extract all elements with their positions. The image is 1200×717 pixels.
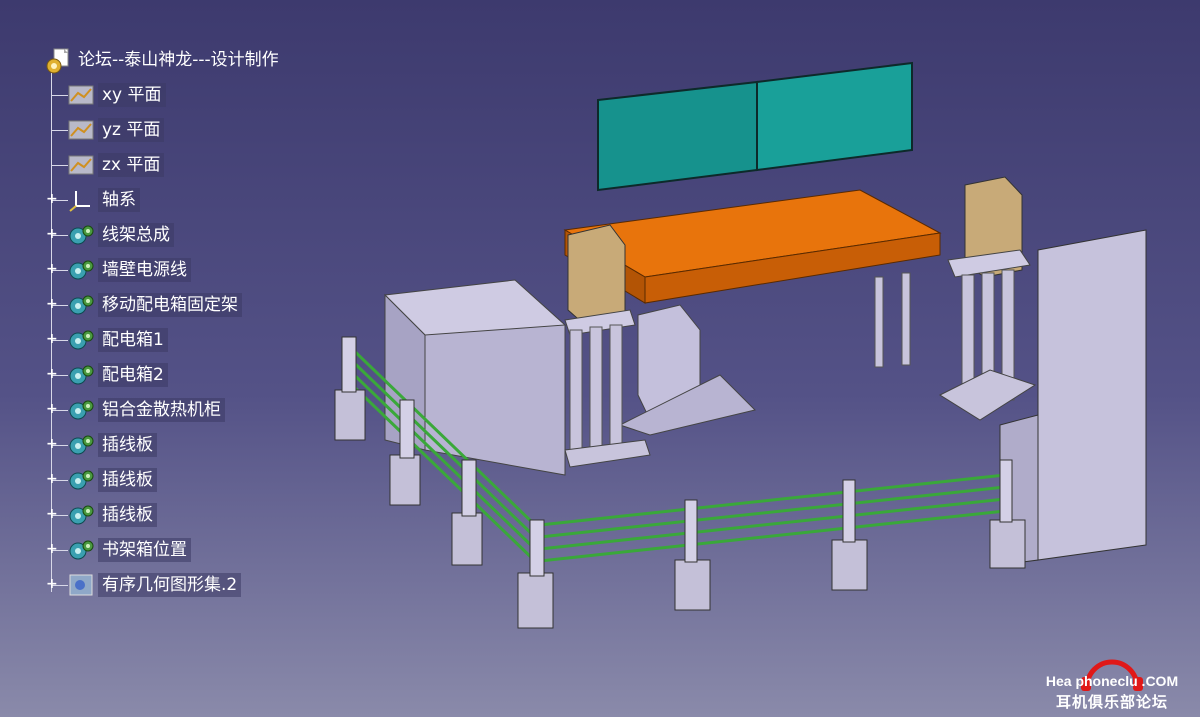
part-icon	[69, 400, 94, 420]
speaker-left-post	[569, 329, 583, 461]
tree-item[interactable]: + 轴系	[0, 185, 320, 215]
part-icon	[69, 330, 94, 350]
tree-item[interactable]: + 墙壁电源线	[0, 255, 320, 285]
part-icon	[69, 295, 94, 315]
post-block	[451, 512, 483, 566]
tree-item[interactable]: + 配电箱1	[0, 325, 320, 355]
watermark-line1: Hea phoneclu .COM	[1045, 673, 1179, 689]
post-block	[989, 519, 1026, 569]
tree-item-label: 轴系	[98, 188, 140, 212]
tree-item[interactable]: yz 平面	[0, 115, 320, 145]
tree-item[interactable]: + 书架箱位置	[0, 535, 320, 565]
post-block	[517, 572, 554, 629]
tree-item[interactable]: + 插线板	[0, 465, 320, 495]
expand-icon[interactable]: +	[46, 262, 58, 276]
tree-item[interactable]: + 铝合金散热机柜	[0, 395, 320, 425]
tree-connector	[52, 95, 68, 96]
axis-system-icon	[69, 191, 90, 212]
specification-tree: 论坛--泰山神龙---设计制作 xy 平面 yz 平面 zx 平面 + 轴系 + 线架总成 +…	[0, 0, 340, 620]
expand-icon[interactable]: +	[46, 192, 58, 206]
product-root-icon	[46, 48, 69, 74]
expand-icon[interactable]: +	[46, 402, 58, 416]
tree-item-label: 铝合金散热机柜	[98, 398, 225, 422]
tree-item-label: 有序几何图形集.2	[98, 573, 242, 597]
table-leg	[874, 276, 884, 368]
expand-icon[interactable]: +	[46, 577, 58, 591]
part-icon	[69, 505, 94, 525]
part-icon	[69, 435, 94, 455]
speaker-left-post	[609, 324, 623, 456]
expand-icon[interactable]: +	[46, 472, 58, 486]
expand-icon[interactable]: +	[46, 332, 58, 346]
geometric-set-icon	[69, 574, 93, 596]
tree-item-label: 移动配电箱固定架	[98, 293, 242, 317]
post-block	[334, 389, 366, 441]
post-block	[831, 539, 868, 591]
display-panel-left[interactable]	[597, 80, 758, 192]
tree-item-label: 插线板	[98, 468, 157, 492]
post-block	[389, 454, 421, 506]
tree-item[interactable]: + 插线板	[0, 500, 320, 530]
expand-icon[interactable]: +	[46, 437, 58, 451]
tree-item-label: 配电箱1	[98, 328, 168, 352]
plane-icon	[68, 85, 94, 105]
tree-item-label: yz 平面	[98, 118, 165, 142]
table-leg	[901, 272, 911, 366]
expand-icon[interactable]: +	[46, 227, 58, 241]
tree-item-label: 插线板	[98, 503, 157, 527]
expand-icon[interactable]: +	[46, 297, 58, 311]
tree-item-label: zx 平面	[98, 153, 165, 177]
tree-item[interactable]: + 插线板	[0, 430, 320, 460]
speaker-left-box[interactable]	[567, 224, 626, 326]
watermark-logo: Hea phoneclu .COM 耳机俱乐部论坛	[1032, 651, 1192, 713]
tree-item-label: 插线板	[98, 433, 157, 457]
tree-root[interactable]: 论坛--泰山神龙---设计制作	[0, 45, 320, 75]
tree-item-label: 墙壁电源线	[98, 258, 191, 282]
tree-connector	[52, 165, 68, 166]
tree-item[interactable]: + 移动配电箱固定架	[0, 290, 320, 320]
tree-item[interactable]: xy 平面	[0, 80, 320, 110]
post-block	[674, 559, 711, 611]
tree-item-label: 配电箱2	[98, 363, 168, 387]
part-icon	[69, 470, 94, 490]
expand-icon[interactable]: +	[46, 507, 58, 521]
base-plate-right	[938, 369, 1037, 421]
tree-item[interactable]: + 线架总成	[0, 220, 320, 250]
speaker-left-post	[589, 326, 603, 458]
expand-icon[interactable]: +	[46, 367, 58, 381]
plane-icon	[68, 120, 94, 140]
part-icon	[69, 225, 94, 245]
tree-item-label: 线架总成	[98, 223, 174, 247]
part-icon	[69, 260, 94, 280]
plane-icon	[68, 155, 94, 175]
part-icon	[69, 365, 94, 385]
tree-root-label: 论坛--泰山神龙---设计制作	[78, 50, 279, 70]
display-panel-right[interactable]	[756, 61, 913, 172]
tree-connector	[52, 130, 68, 131]
tree-item-label: xy 平面	[98, 83, 166, 107]
tree-item[interactable]: + 有序几何图形集.2	[0, 570, 320, 600]
3d-viewport[interactable]	[300, 55, 1160, 655]
part-icon	[69, 540, 94, 560]
watermark-line2: 耳机俱乐部论坛	[1055, 693, 1168, 711]
expand-icon[interactable]: +	[46, 542, 58, 556]
tree-item-label: 书架箱位置	[98, 538, 191, 562]
tree-item[interactable]: zx 平面	[0, 150, 320, 180]
rack-wall-panel[interactable]	[1037, 229, 1147, 561]
tree-item[interactable]: + 配电箱2	[0, 360, 320, 390]
